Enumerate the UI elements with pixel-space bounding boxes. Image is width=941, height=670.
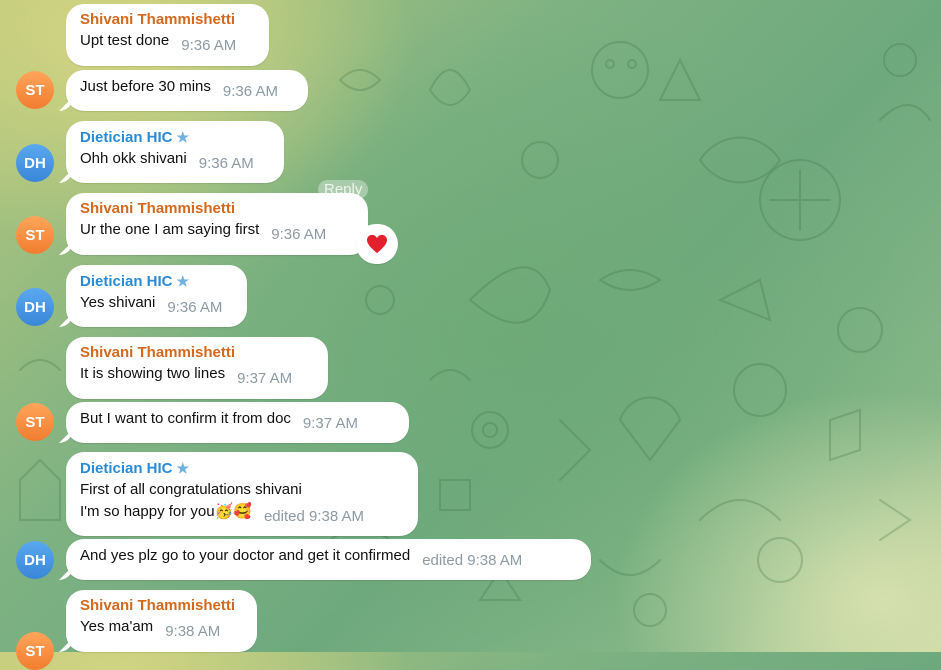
message[interactable]: But I want to confirm it from doc 9:37 AM (66, 402, 409, 443)
message[interactable]: Dietician HIC ★ First of all congratulati… (66, 452, 418, 536)
message[interactable]: Shivani Thammishetti Ur the one I am say… (66, 193, 368, 255)
message-line: Yes shivani (80, 294, 156, 311)
message[interactable]: Shivani Thammishetti Upt test done 9:36 A… (66, 4, 269, 66)
sender-name[interactable]: Dietician HIC ★ (80, 127, 270, 148)
timestamp: 9:37 AM (302, 415, 358, 432)
message-bubble[interactable]: And yes plz go to your doctor and get it… (66, 539, 591, 580)
message-text: But I want to confirm it from doc 9:37 AM (80, 408, 395, 432)
message-text: First of all congratulations shivani (80, 481, 302, 498)
star-icon: ★ (176, 273, 190, 289)
message-text: I'm so happy for you🥳🥰 edited 9:38 AM (80, 501, 404, 525)
message-line: Just before 30 mins (80, 78, 211, 95)
avatar[interactable]: DH (16, 288, 54, 326)
message-line: It is showing two lines (80, 365, 226, 382)
message-bubble[interactable]: Dietician HIC ★ First of all congratulati… (66, 452, 418, 536)
heart-reaction[interactable] (356, 224, 398, 264)
message-text: Ur the one I am saying first 9:36 AM (80, 219, 354, 243)
timestamp: 9:38 AM (165, 623, 221, 640)
message-text: Yes ma'am 9:38 AM (80, 616, 243, 640)
message-line: Ur the one I am saying first (80, 221, 260, 238)
sender-label[interactable]: Dietician HIC (80, 129, 173, 146)
message[interactable]: And yes plz go to your doctor and get it… (66, 539, 591, 580)
sender-name[interactable]: Dietician HIC ★ (80, 458, 404, 479)
avatar[interactable]: ST (16, 71, 54, 109)
sender-name[interactable]: Dietician HIC ★ (80, 271, 233, 292)
message-bubble[interactable]: Shivani Thammishetti Ur the one I am say… (66, 193, 368, 255)
message-bubble[interactable]: Shivani Thammishetti It is showing two l… (66, 337, 328, 399)
sender-name[interactable]: Shivani Thammishetti (80, 596, 243, 616)
sender-label[interactable]: Dietician HIC (80, 460, 173, 477)
message-text: Yes shivani 9:36 AM (80, 292, 233, 316)
message-text: It is showing two lines 9:37 AM (80, 363, 314, 387)
timestamp: 9:36 AM (271, 226, 327, 243)
sender-name[interactable]: Shivani Thammishetti (80, 10, 255, 30)
sender-label[interactable]: Dietician HIC (80, 273, 173, 290)
timestamp: 9:36 AM (222, 83, 278, 100)
avatar[interactable]: ST (16, 632, 54, 670)
message-text: Just before 30 mins 9:36 AM (80, 76, 294, 100)
timestamp: 9:37 AM (237, 370, 293, 387)
message-line: Yes ma'am (80, 618, 154, 635)
sender-name[interactable]: Shivani Thammishetti (80, 343, 314, 363)
message[interactable]: Shivani Thammishetti Yes ma'am 9:38 AM (66, 590, 257, 652)
star-icon: ★ (176, 129, 190, 145)
avatar[interactable]: DH (16, 541, 54, 579)
message[interactable]: Just before 30 mins 9:36 AM (66, 70, 308, 111)
message-bubble[interactable]: Shivani Thammishetti Upt test done 9:36 A… (66, 4, 269, 66)
sender-name[interactable]: Shivani Thammishetti (80, 199, 354, 219)
timestamp: 9:36 AM (198, 155, 254, 172)
star-icon: ★ (176, 460, 190, 476)
message-text: And yes plz go to your doctor and get it… (80, 545, 577, 569)
message[interactable]: Shivani Thammishetti It is showing two l… (66, 337, 328, 399)
message[interactable]: Dietician HIC ★ Ohh okk shivani 9:36 AM (66, 121, 284, 183)
message-bubble[interactable]: Just before 30 mins 9:36 AM (66, 70, 308, 111)
message-line: Upt test done (80, 32, 170, 49)
timestamp: edited 9:38 AM (422, 552, 523, 569)
timestamp: edited 9:38 AM (263, 508, 365, 525)
message-bubble[interactable]: Dietician HIC ★ Yes shivani 9:36 AM (66, 265, 247, 327)
timestamp: 9:36 AM (181, 37, 237, 54)
avatar[interactable]: ST (16, 403, 54, 441)
avatar[interactable]: ST (16, 216, 54, 254)
timestamp: 9:36 AM (167, 299, 223, 316)
message-line: And yes plz go to your doctor and get it… (80, 547, 411, 564)
heart-icon (367, 234, 387, 254)
message-bubble[interactable]: Dietician HIC ★ Ohh okk shivani 9:36 AM (66, 121, 284, 183)
message-text: Upt test done 9:36 AM (80, 30, 255, 54)
message-text: Ohh okk shivani 9:36 AM (80, 148, 270, 172)
message[interactable]: Dietician HIC ★ Yes shivani 9:36 AM (66, 265, 247, 327)
message-line: I'm so happy for you🥳🥰 (80, 503, 252, 520)
avatar[interactable]: DH (16, 144, 54, 182)
message-bubble[interactable]: But I want to confirm it from doc 9:37 AM (66, 402, 409, 443)
message-line: Ohh okk shivani (80, 150, 187, 167)
message-bubble[interactable]: Shivani Thammishetti Yes ma'am 9:38 AM (66, 590, 257, 652)
message-line: But I want to confirm it from doc (80, 410, 291, 427)
